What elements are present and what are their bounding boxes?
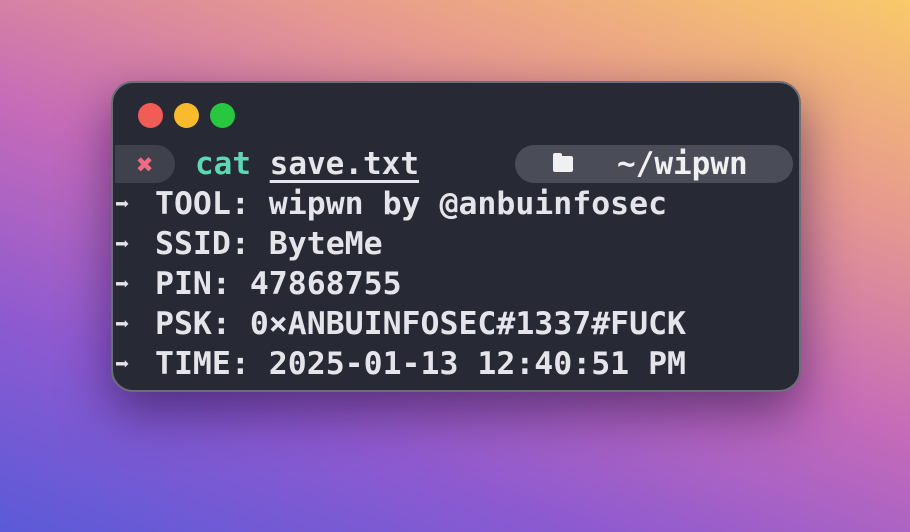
minimize-button[interactable]	[174, 103, 199, 128]
command-argument: save.txt	[269, 146, 419, 182]
window-controls	[138, 103, 235, 128]
output-value: wipwn by @anbuinfosec	[268, 186, 668, 222]
arrow-icon: ➡	[115, 270, 130, 298]
output-line: ➡ PIN: 47868755	[113, 264, 686, 304]
arrow-icon: ➡	[115, 230, 130, 258]
output-value: 0×ANBUINFOSEC#1337#FUCK	[249, 306, 687, 342]
output-key: TIME:	[155, 346, 250, 382]
current-directory: ~/wipwn	[617, 146, 748, 182]
output-key: PIN:	[155, 266, 231, 302]
output-line: ➡ TOOL: wipwn by @anbuinfosec	[113, 184, 686, 224]
output-value: 47868755	[249, 266, 402, 302]
terminal-window: ✖ cat save.txt ~/wipwn ➡ TOOL: wipwn by @…	[111, 81, 801, 392]
folder-icon	[553, 153, 573, 172]
output-line: ➡ TIME: 2025-01-13 12:40:51 PM	[113, 344, 686, 384]
maximize-button[interactable]	[210, 103, 235, 128]
output-key: TOOL:	[155, 186, 250, 222]
output-key: SSID:	[155, 226, 250, 262]
arrow-icon: ➡	[115, 190, 130, 218]
output-key: PSK:	[155, 306, 231, 342]
arrow-icon: ➡	[115, 350, 130, 378]
output-lines: ➡ TOOL: wipwn by @anbuinfosec ➡ SSID: Byte…	[113, 184, 686, 384]
command: cat save.txt	[195, 144, 419, 184]
directory-pill: ~/wipwn	[515, 145, 793, 183]
output-value: 2025-01-13 12:40:51 PM	[268, 346, 687, 382]
output-line: ➡ SSID: ByteMe	[113, 224, 686, 264]
arrow-icon: ➡	[115, 310, 130, 338]
output-value: ByteMe	[268, 226, 383, 262]
close-button[interactable]	[138, 103, 163, 128]
output-line: ➡ PSK: 0×ANBUINFOSEC#1337#FUCK	[113, 304, 686, 344]
error-status-icon: ✖	[115, 145, 175, 183]
prompt-line: ✖ cat save.txt ~/wipwn	[113, 144, 799, 184]
command-name: cat	[195, 146, 251, 182]
